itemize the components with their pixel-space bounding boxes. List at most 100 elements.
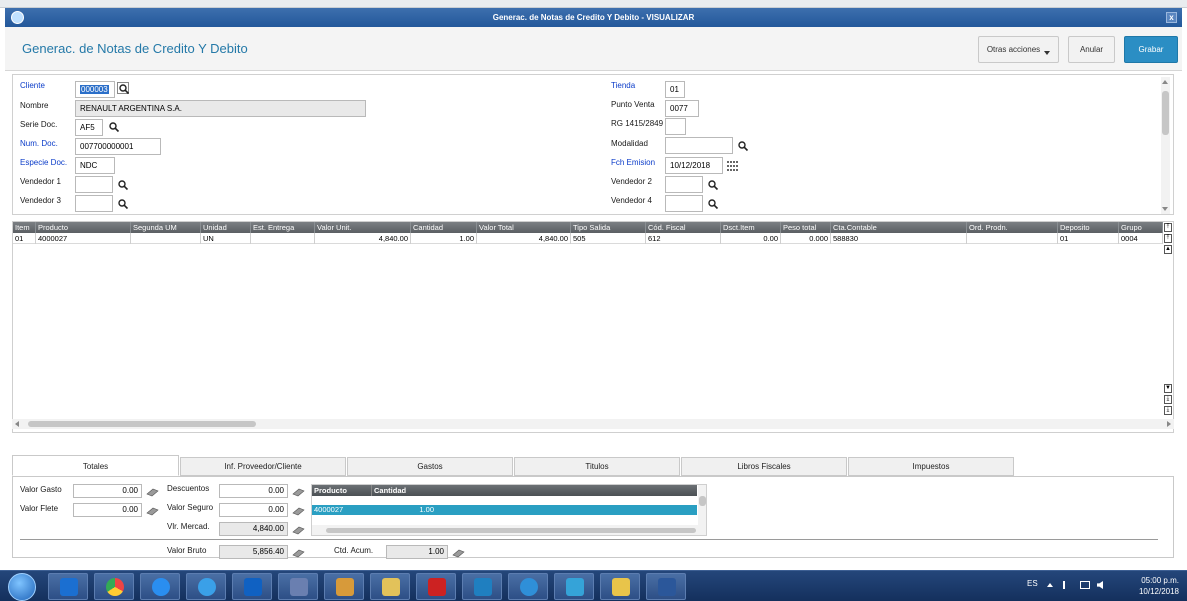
valor-seguro-field[interactable]: 0.00 [219,503,288,517]
nombre-field[interactable]: RENAULT ARGENTINA S.A. [75,100,366,117]
taskbar-app-button[interactable] [140,573,180,600]
col-header[interactable]: Item [13,222,36,233]
col-header[interactable]: Peso total [781,222,831,233]
especie-doc-field[interactable]: NDC [75,157,115,174]
scroll-right-icon[interactable] [1167,421,1171,427]
last-row-icon[interactable]: ⤓ [1164,406,1172,415]
taskbar-app-button[interactable] [416,573,456,600]
calendar-icon[interactable] [727,161,739,171]
taskbar-app-button[interactable] [554,573,594,600]
vendedor1-field[interactable] [75,176,113,193]
calculator-icon[interactable] [292,526,305,535]
col-header[interactable]: Unidad [201,222,251,233]
taskbar-app-button[interactable] [94,573,134,600]
modalidad-field[interactable] [665,137,733,154]
col-header[interactable]: Valor Total [477,222,571,233]
calculator-icon[interactable] [146,488,159,497]
grid-hscrollbar[interactable] [12,419,1174,429]
tab-gastos[interactable]: Gastos [347,457,513,476]
network-icon[interactable] [1080,581,1090,589]
vendedor3-field[interactable] [75,195,113,212]
flag-icon[interactable] [1063,581,1072,589]
taskbar-app-button[interactable] [462,573,502,600]
grabar-button[interactable]: Grabar [1124,36,1178,63]
taskbar-app-button[interactable] [48,573,88,600]
serie-doc-field[interactable]: AF5 [75,119,103,136]
taskbar-app-button[interactable] [324,573,364,600]
taskbar-app-button[interactable] [278,573,318,600]
calculator-icon[interactable] [292,507,305,516]
scroll-up-icon[interactable] [1162,80,1168,84]
mini-vscrollbar[interactable] [698,485,706,525]
hidden-row-field[interactable] [665,214,765,215]
col-header[interactable]: Cantidad [411,222,477,233]
mini-hscrollbar[interactable] [312,525,706,535]
num-doc-field[interactable]: 007700000001 [75,138,161,155]
tab-libros-fiscales[interactable]: Libros Fiscales [681,457,847,476]
col-header[interactable]: Producto [312,485,372,496]
col-header[interactable]: Est. Entrega [251,222,315,233]
calculator-icon[interactable] [292,549,305,558]
col-header[interactable]: Dsct.Item [721,222,781,233]
taskbar-app-button[interactable] [232,573,272,600]
col-header[interactable]: Cta.Contable [831,222,967,233]
row-down-icon[interactable]: ▼ [1164,384,1172,393]
fch-emision-field[interactable]: 10/12/2018 [665,157,723,174]
vendedor4-field[interactable] [665,195,703,212]
table-row[interactable]: 01 4000027 UN 4,840.00 1.00 4,840.00 505… [13,233,1163,244]
scroll-thumb[interactable] [28,421,256,427]
row-up-icon[interactable]: ▲ [1164,245,1172,254]
scroll-thumb[interactable] [1162,91,1169,135]
first-row-icon[interactable]: ⤒ [1164,223,1172,232]
taskbar-app-button[interactable] [186,573,226,600]
col-header[interactable]: Cód. Fiscal [646,222,721,233]
calculator-icon[interactable] [146,507,159,516]
taskbar-app-button[interactable] [370,573,410,600]
close-icon[interactable]: x [1166,12,1177,23]
valor-gasto-field[interactable]: 0.00 [73,484,142,498]
vendedor2-field[interactable] [665,176,703,193]
cliente-field[interactable]: 000003 [75,81,115,98]
rg-field[interactable] [665,118,686,135]
tab-impuestos[interactable]: Impuestos [848,457,1014,476]
scroll-thumb[interactable] [699,496,706,506]
start-button[interactable] [8,573,36,601]
search-icon[interactable] [108,121,120,133]
page-down-icon[interactable]: ⤓ [1164,395,1172,404]
search-icon[interactable] [117,179,129,191]
scroll-thumb[interactable] [326,528,696,533]
col-header[interactable]: Valor Unit. [315,222,411,233]
col-header[interactable]: Cantidad [372,485,697,496]
punto-venta-field[interactable]: 0077 [665,100,699,117]
col-header[interactable]: Tipo Salida [571,222,646,233]
search-icon[interactable] [707,179,719,191]
clock[interactable]: 05:00 p.m. 10/12/2018 [1139,575,1179,597]
valor-flete-field[interactable]: 0.00 [73,503,142,517]
taskbar-app-button[interactable] [646,573,686,600]
taskbar-app-button[interactable] [600,573,640,600]
taskbar-app-button[interactable] [508,573,548,600]
page-up-icon[interactable]: ⤒ [1164,234,1172,243]
valor-bruto-field[interactable]: 5,856.40 [219,545,288,559]
vlr-mercad-field[interactable]: 4,840.00 [219,522,288,536]
descuentos-field[interactable]: 0.00 [219,484,288,498]
ctd-acum-field[interactable]: 1.00 [386,545,448,559]
volume-icon[interactable] [1097,581,1103,589]
calculator-icon[interactable] [292,488,305,497]
search-icon[interactable] [117,82,130,95]
scroll-down-icon[interactable] [1162,207,1168,211]
col-header[interactable]: Segunda UM [131,222,201,233]
col-header[interactable]: Deposito [1058,222,1119,233]
tab-totales[interactable]: Totales [12,455,179,476]
col-header[interactable]: Grupo [1119,222,1163,233]
table-row[interactable]: 4000027 1.00 [312,505,697,515]
search-icon[interactable] [707,198,719,210]
tab-titulos[interactable]: Titulos [514,457,680,476]
col-header[interactable]: Producto [36,222,131,233]
language-indicator[interactable]: ES [1027,579,1038,588]
scroll-left-icon[interactable] [15,421,19,427]
col-header[interactable]: Ord. Prodn. [967,222,1058,233]
search-icon[interactable] [737,140,749,152]
tienda-field[interactable]: 01 [665,81,685,98]
tray-expand-icon[interactable] [1047,583,1053,587]
